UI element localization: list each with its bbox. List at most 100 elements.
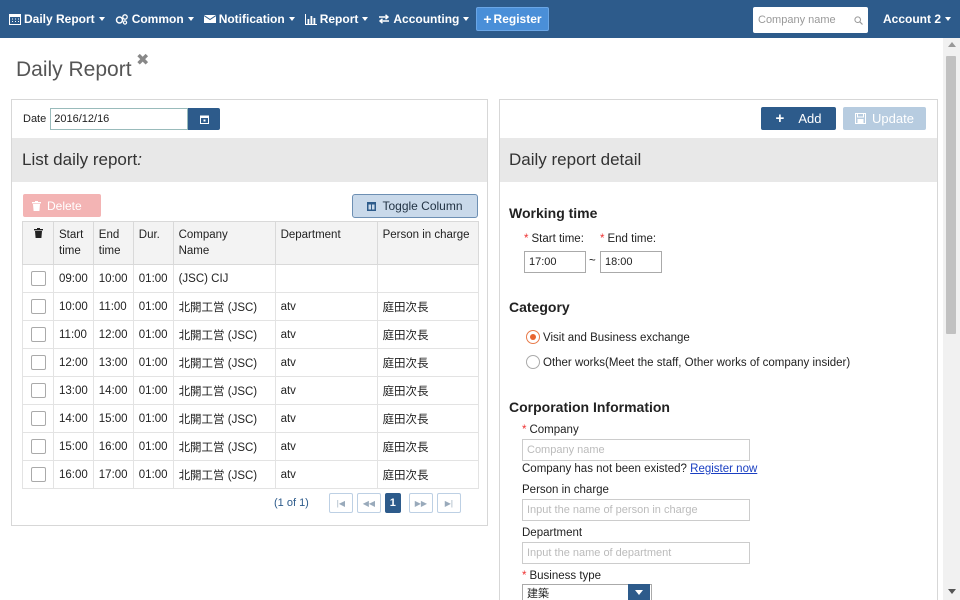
col-duration[interactable]: Dur. (132, 221, 174, 265)
category-option-other[interactable]: Other works(Meet the staff, Other works … (543, 357, 850, 369)
required-marker: * (522, 424, 527, 436)
business-type-label-text: Business type (529, 570, 602, 582)
scroll-up-arrow[interactable] (948, 42, 956, 47)
start-time-cell: 11:00 (53, 320, 94, 349)
working-time-title: Working time (509, 205, 598, 221)
start-time-cell: 16:00 (53, 460, 94, 489)
trash-icon (32, 200, 41, 211)
add-button[interactable]: + Add (761, 107, 836, 130)
update-button[interactable]: Update (843, 107, 926, 130)
department-cell (274, 264, 378, 293)
business-type-label: * Business type (522, 570, 601, 582)
next-page-icon: ▶▶ (414, 498, 428, 508)
prev-page-button[interactable]: ◀◀ (356, 493, 381, 513)
col-end-time-label: End time (98, 229, 121, 257)
category-radio-visit[interactable] (526, 330, 540, 344)
nav-report[interactable]: Report (300, 0, 374, 38)
category-option-visit[interactable]: Visit and Business exchange (543, 332, 690, 344)
company-label-text: Company (529, 424, 579, 436)
business-type-value: 建築 (527, 588, 549, 600)
company-search-input[interactable] (758, 14, 854, 26)
end-time-input[interactable] (600, 251, 662, 273)
chevron-down-icon[interactable] (628, 584, 650, 600)
col-duration-label: Dur. (138, 229, 160, 241)
delete-button[interactable]: Delete (23, 194, 101, 217)
start-time-input[interactable] (524, 251, 586, 273)
person-input[interactable] (522, 499, 750, 521)
row-checkbox-cell (22, 264, 54, 293)
col-department[interactable]: Department (274, 221, 378, 265)
table-row[interactable]: 15:00 16:00 01:00 北開工営 (JSC) atv 庭田次長 (22, 432, 480, 461)
row-checkbox[interactable] (30, 355, 46, 370)
person-label: Person in charge (522, 484, 609, 496)
company-cell: 北開工営 (JSC) (172, 432, 276, 461)
row-checkbox[interactable] (30, 299, 46, 314)
department-input[interactable] (522, 542, 750, 564)
row-checkbox-cell (22, 320, 54, 349)
row-checkbox[interactable] (30, 327, 46, 342)
register-button[interactable]: + Register (476, 7, 549, 31)
col-start-time[interactable]: Start time (53, 221, 94, 265)
nav-common-label: Common (131, 12, 184, 26)
chevron-down-icon (98, 17, 105, 21)
exchange-icon (379, 14, 390, 24)
select-all-header[interactable] (22, 221, 54, 265)
row-checkbox[interactable] (30, 411, 46, 426)
table-row[interactable]: 10:00 11:00 01:00 北開工営 (JSC) atv 庭田次長 (22, 292, 480, 321)
page-scrollbar[interactable] (943, 38, 960, 600)
date-input[interactable] (50, 108, 189, 130)
table-row[interactable]: 11:00 12:00 01:00 北開工営 (JSC) atv 庭田次長 (22, 320, 480, 349)
date-label: Date (23, 113, 47, 125)
table-row[interactable]: 14:00 15:00 01:00 北開工営 (JSC) atv 庭田次長 (22, 404, 480, 433)
department-cell: atv (274, 320, 378, 349)
col-company-name[interactable]: Company Name (172, 221, 276, 265)
col-end-time[interactable]: End time (92, 221, 134, 265)
close-icon[interactable]: ✖ (136, 50, 149, 70)
end-time-label: * End time: (600, 233, 656, 245)
list-title: List daily report (22, 150, 138, 169)
account-menu[interactable]: Account 2 (878, 0, 956, 38)
scroll-down-arrow[interactable] (948, 589, 956, 594)
start-time-cell: 14:00 (53, 404, 94, 433)
end-time-cell: 13:00 (92, 348, 134, 377)
category-radio-other[interactable] (526, 355, 540, 369)
nav-daily-report[interactable]: Daily Report (4, 0, 110, 38)
person-cell: 庭田次長 (376, 320, 480, 349)
next-page-button[interactable]: ▶▶ (408, 493, 433, 513)
nav-accounting[interactable]: Accounting (373, 0, 474, 38)
account-menu-label: Account 2 (883, 12, 942, 26)
nav-accounting-label: Accounting (393, 12, 460, 26)
page-report-text: (1 of 1) (274, 497, 309, 509)
date-filter: Date (23, 108, 221, 130)
date-picker-button[interactable] (188, 108, 221, 130)
page-number-button[interactable]: 1 (384, 493, 401, 513)
table-row[interactable]: 13:00 14:00 01:00 北開工営 (JSC) atv 庭田次長 (22, 376, 480, 405)
search-icon[interactable] (854, 15, 863, 25)
register-now-link[interactable]: Register now (690, 463, 757, 475)
last-page-button[interactable]: ▶| (436, 493, 461, 513)
table-row[interactable]: 12:00 13:00 01:00 北開工営 (JSC) atv 庭田次長 (22, 348, 480, 377)
table-row[interactable]: 09:00 10:00 01:00 (JSC) CIJ (22, 264, 480, 293)
trash-icon (33, 228, 43, 238)
table-row[interactable]: 16:00 17:00 01:00 北開工営 (JSC) atv 庭田次長 (22, 460, 480, 489)
chevron-down-icon (945, 17, 952, 21)
row-checkbox-cell (22, 404, 54, 433)
first-page-button[interactable]: |◀ (328, 493, 353, 513)
start-time-label-text: Start time: (531, 233, 584, 245)
duration-cell: 01:00 (132, 404, 174, 433)
company-cell: 北開工営 (JSC) (172, 348, 276, 377)
plus-icon: + (483, 11, 492, 27)
scroll-thumb[interactable] (946, 56, 956, 334)
company-input[interactable] (522, 439, 750, 461)
row-checkbox[interactable] (30, 439, 46, 454)
row-checkbox[interactable] (30, 383, 46, 398)
col-person-in-charge[interactable]: Person in charge (376, 221, 480, 265)
toggle-column-button[interactable]: Toggle Column (352, 194, 478, 218)
nav-notification[interactable]: Notification (199, 0, 300, 38)
row-checkbox[interactable] (30, 467, 46, 482)
required-marker: * (524, 233, 529, 245)
nav-common[interactable]: Common (110, 0, 199, 38)
cogs-icon (115, 14, 128, 25)
row-checkbox[interactable] (30, 271, 46, 286)
department-cell: atv (274, 404, 378, 433)
